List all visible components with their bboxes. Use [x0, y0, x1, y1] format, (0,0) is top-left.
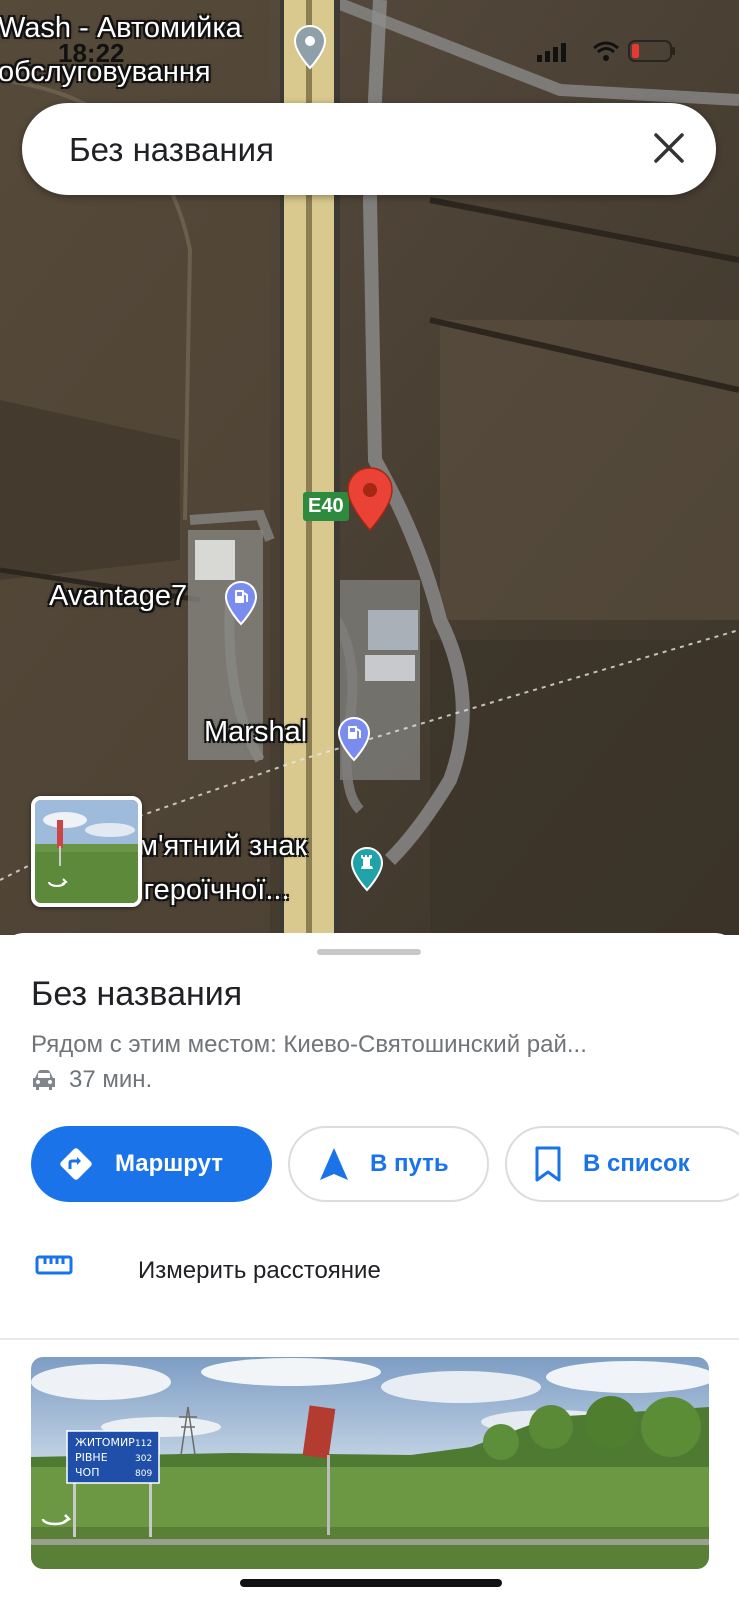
car-icon	[33, 1070, 55, 1090]
map-label-memorial[interactable]: м'ятний знак	[138, 830, 307, 863]
navigation-arrow-icon	[320, 1148, 348, 1180]
search-text[interactable]: Без названия	[69, 131, 274, 169]
street-view-photo[interactable]: ЖИТОМИР 112 РІВНЕ 302 ЧОП 809	[31, 1357, 709, 1569]
signal-icon	[537, 43, 566, 62]
home-indicator	[240, 1579, 502, 1587]
sign-city-1: ЖИТОМИР	[75, 1436, 135, 1449]
drive-time: 37 мин.	[69, 1066, 153, 1093]
gas-station-icon[interactable]	[337, 716, 371, 762]
search-bar[interactable]: Без названия	[22, 103, 716, 195]
street-view-image	[35, 800, 138, 903]
map-label-carwash[interactable]: Wash - Автомийка	[0, 12, 242, 45]
sheet-drag-handle[interactable]	[317, 949, 421, 955]
sign-km-2: 302	[135, 1454, 152, 1464]
route-button[interactable]: Маршрут	[31, 1126, 272, 1202]
wifi-icon	[593, 41, 619, 61]
monument-icon[interactable]	[350, 846, 384, 892]
battery-icon	[628, 40, 675, 62]
save-to-list-label: В список	[583, 1150, 690, 1177]
drive-time-row: 37 мин.	[31, 1066, 152, 1094]
save-to-list-button[interactable]: В список	[505, 1126, 739, 1202]
sign-city-3: ЧОП	[75, 1466, 99, 1479]
street-view-thumbnail[interactable]	[31, 796, 142, 907]
measure-distance-row[interactable]: Измерить расстояние	[0, 1233, 739, 1313]
start-navigation-button[interactable]: В путь	[288, 1126, 489, 1202]
close-icon[interactable]	[646, 125, 692, 171]
map-label-carwash-line2[interactable]: обслуговування	[0, 56, 211, 89]
map-label-marshal[interactable]: Marshal	[204, 716, 307, 749]
sign-km-3: 809	[135, 1469, 152, 1479]
sign-km-1: 112	[135, 1439, 152, 1449]
directions-icon	[60, 1148, 92, 1180]
street-view-panorama: ЖИТОМИР 112 РІВНЕ 302 ЧОП 809	[31, 1357, 709, 1569]
gas-station-icon[interactable]	[224, 580, 258, 626]
start-navigation-label: В путь	[370, 1150, 449, 1177]
section-divider	[0, 1338, 739, 1340]
bookmark-icon	[535, 1146, 561, 1182]
map-view[interactable]: 18:22 Wash - Автомийка обслуговування Бе…	[0, 0, 739, 935]
location-pin-icon[interactable]	[293, 24, 327, 70]
place-sheet[interactable]: Без названия Рядом с этим местом: Киево-…	[0, 933, 739, 1600]
route-button-label: Маршрут	[115, 1150, 224, 1177]
road-badge: E40	[303, 492, 349, 521]
dropped-pin-icon[interactable]	[346, 466, 394, 532]
sign-city-2: РІВНЕ	[75, 1451, 108, 1464]
place-title: Без названия	[31, 975, 243, 1013]
ruler-icon	[35, 1255, 73, 1275]
nearby-text: Рядом с этим местом: Киево-Святошинский …	[31, 1031, 587, 1058]
map-label-avantage[interactable]: Avantage7	[49, 580, 187, 613]
measure-distance-label: Измерить расстояние	[138, 1257, 381, 1284]
